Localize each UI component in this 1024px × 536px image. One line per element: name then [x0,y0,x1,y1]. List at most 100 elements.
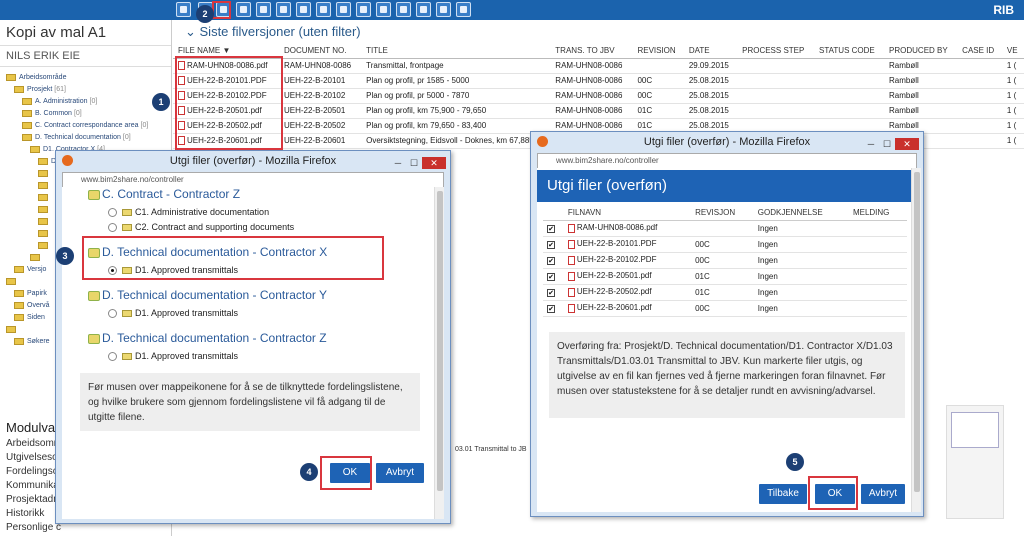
column-header[interactable]: STATUS CODE [814,44,885,59]
toolbar-action-icon[interactable] [456,2,471,17]
column-header[interactable]: PROCESS STEP [737,44,815,59]
toolbar-action-icon[interactable] [436,2,451,17]
back-button[interactable]: Tilbake [759,484,807,504]
file-checkbox[interactable]: ✔ [547,240,555,249]
main-toolbar: RIB [0,0,1024,20]
scroll-thumb[interactable] [437,191,443,491]
column-header[interactable]: DATE [683,44,738,59]
toolbar-action-icon[interactable] [176,2,191,17]
table-row[interactable]: RAM-UHN08-0086.pdf RAM-UHN08-0086 Transmit… [173,58,1024,74]
tree-node[interactable]: Arbeidsområde [0,72,172,84]
file-checkbox[interactable]: ✔ [547,272,555,281]
close-icon[interactable]: ✕ [422,157,446,169]
toolbar-action-icon[interactable] [336,2,351,17]
cell-text: 25.08.2015 [688,91,729,100]
dialog2-cancel-button[interactable]: Avbryt [861,484,905,504]
table-cell: Ingen [753,268,849,285]
file-row[interactable]: ✔ UEH-22-B-20101.PDF 00C Ingen [543,236,907,253]
radio-button[interactable] [108,352,117,361]
dialog1-cancel-button[interactable]: Avbryt [376,463,424,483]
dialog1-titlebar: Utgi filer (overfør) - Mozilla Firefox ─… [56,151,450,171]
maximize-icon[interactable]: ☐ [879,138,895,150]
tree-node[interactable]: C. Contract correspondance area [0] [0,120,172,132]
column-header[interactable]: PRODUCED BY [884,44,958,59]
file-checkbox[interactable]: ✔ [547,224,555,233]
column-header[interactable]: TITLE [361,44,551,59]
tree-node[interactable]: Prosjekt [61] [0,84,172,96]
cell-text: Rambøll [889,91,919,100]
folder-option[interactable]: C1. Administrative documentation [78,205,428,220]
file-row[interactable]: ✔ UEH-22-B-20102.PDF 00C Ingen [543,252,907,269]
radio-button[interactable] [108,309,117,318]
file-row[interactable]: ✔ UEH-22-B-20502.pdf 01C Ingen [543,284,907,301]
file-checkbox[interactable]: ✔ [547,288,555,297]
pdf-icon [567,223,575,233]
folder-option[interactable]: D1. Approved transmittals [78,306,428,321]
toolbar-action-icon[interactable] [416,2,431,17]
folder-option[interactable]: D1. Approved transmittals [78,349,428,364]
folder-icon [122,209,132,217]
dialog1-info: Før musen over mappeikonene for å se de … [80,373,420,431]
section-title[interactable]: ⌄ Siste filversjoner (uten filter) [173,20,1024,42]
file-checkbox[interactable]: ✔ [547,304,555,313]
cell-text: UEH-22-B-20501.pdf [576,271,652,281]
folder-option[interactable]: C2. Contract and supporting documents [78,220,428,235]
tree-node[interactable]: A. Administration [0] [0,96,172,108]
table-cell: 25.08.2015 [683,103,738,119]
close-icon[interactable]: ✕ [895,138,919,150]
column-header[interactable]: REVISION [632,44,684,59]
minimize-icon[interactable]: ─ [390,157,406,169]
highlight-dialog2-ok [808,476,858,510]
cell-text: 25.08.2015 [688,121,729,130]
cell-text: Plan og profil, pr 5000 - 7870 [366,91,470,100]
pdf-icon [567,239,575,249]
file-row[interactable]: ✔ RAM-UHN08-0086.pdf Ingen [543,220,907,237]
maximize-icon[interactable]: ☐ [406,157,422,169]
table-cell: 00C [632,73,684,89]
cell-text: Ingen [757,255,778,265]
table-cell: Rambøll [884,88,958,104]
table-cell: RAM-UHN08-0086.pdf [563,220,692,237]
scroll-thumb[interactable] [914,172,920,492]
column-header[interactable]: VE [1001,44,1024,59]
toolbar-action-icon[interactable] [396,2,411,17]
file-checkbox[interactable]: ✔ [547,256,555,265]
table-row[interactable]: UEH-22-B-20501.pdf UEH-22-B-20501 Plan og … [173,103,1024,119]
table-cell [737,73,815,89]
folder-option-label: D1. Approved transmittals [135,308,239,318]
toolbar-action-icon[interactable] [316,2,331,17]
folder-icon [14,265,24,273]
table-cell: Transmittal, frontpage [361,58,551,74]
toolbar-action-icon[interactable] [256,2,271,17]
table-cell: Oversiktstegning, Eidsvoll - Doknes, km … [361,133,551,149]
dialog2-url[interactable]: www.bim2share.no/controller [537,153,917,169]
table-cell: 1 ( [1001,103,1024,119]
dialog2-scrollbar[interactable] [911,168,921,512]
column-header[interactable]: TRANS. TO JBV [550,44,633,59]
table-row[interactable]: UEH-22-B-20101.PDF UEH-22-B-20101 Plan og … [173,73,1024,89]
table-row[interactable]: UEH-22-B-20102.PDF UEH-22-B-20102 Plan og … [173,88,1024,104]
file-row[interactable]: ✔ UEH-22-B-20601.pdf 00C Ingen [543,300,907,317]
table-cell: UEH-22-B-20502 [278,118,362,134]
radio-button[interactable] [108,208,117,217]
folder-icon [6,277,16,285]
radio-button[interactable] [108,223,117,232]
toolbar-action-icon[interactable] [376,2,391,17]
tree-node[interactable]: B. Common [0] [0,108,172,120]
folder-icon [22,133,32,141]
dialog1-scrollbar[interactable] [434,187,444,519]
table-cell: Ingen [753,220,849,237]
column-header[interactable]: DOCUMENT NO. [278,44,362,59]
checkbox-cell: ✔ [543,220,564,237]
tree-node[interactable]: D. Technical documentation [0] [0,132,172,144]
column-header[interactable]: CASE ID [957,44,1002,59]
toolbar-action-icon[interactable] [356,2,371,17]
table-cell [957,73,1002,89]
toolbar-action-icon[interactable] [236,2,251,17]
column-header: FILNAVN [563,206,692,221]
minimize-icon[interactable]: ─ [863,138,879,150]
toolbar-action-icon[interactable] [296,2,311,17]
file-row[interactable]: ✔ UEH-22-B-20501.pdf 01C Ingen [543,268,907,285]
toolbar-action-icon[interactable] [276,2,291,17]
document-thumbnail[interactable] [946,405,1004,519]
